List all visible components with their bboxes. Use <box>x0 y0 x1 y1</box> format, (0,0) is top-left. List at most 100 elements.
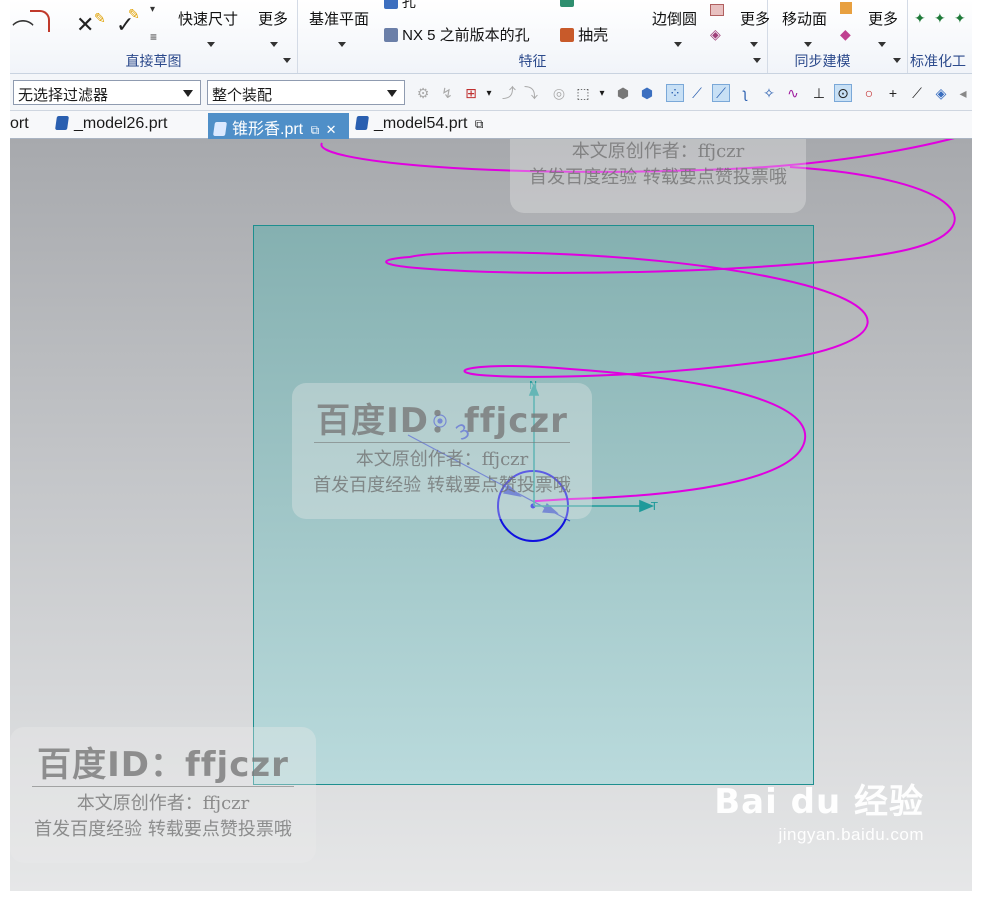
move-face-dropdown-icon[interactable] <box>804 34 812 50</box>
hole-button[interactable]: 孔 <box>384 0 416 12</box>
document-tab-bar: ort _model26.prt 锥形香.prt ⧉ ✕ _model54.pr… <box>10 111 972 139</box>
sync-modeling-expand-icon[interactable] <box>893 50 901 66</box>
more-1-dropdown-icon[interactable] <box>270 34 278 50</box>
tab-model26[interactable]: _model26.prt <box>50 113 173 139</box>
draft-icon[interactable]: ◈ <box>710 26 721 43</box>
tab-label: 锥形香.prt <box>232 121 304 138</box>
nx5-hole-icon <box>384 28 398 42</box>
toolbar-overflow-icon[interactable]: ◂ <box>954 84 972 102</box>
rectangle-select-dropdown-icon[interactable]: ▾ <box>593 84 611 102</box>
watermark-author: 本文原创作者：ffjczr <box>355 449 529 470</box>
datum-plane-button[interactable]: 基准平面 <box>309 8 369 29</box>
sketch-corner-icon[interactable] <box>30 10 50 32</box>
tab-pin-icon[interactable]: ⧉ <box>311 123 320 137</box>
tab-close-icon[interactable]: ✕ <box>326 122 337 137</box>
chamfer-icon[interactable] <box>710 4 724 16</box>
type-filter-value: 无选择过滤器 <box>18 87 109 104</box>
quick-dimension-dropdown-icon[interactable] <box>207 34 215 50</box>
watermark-divider <box>32 786 294 787</box>
select-features-icon[interactable]: ⤵ <box>522 84 540 102</box>
watermark-top: 百度ID：ffjczr 本文原创作者：ffjczr 首发百度经验 转载要点赞投票… <box>510 139 806 213</box>
part-file-icon <box>55 116 69 130</box>
mid-point-icon[interactable]: ⟋ <box>712 84 730 102</box>
tab-model54[interactable]: _model54.prt ⧉ <box>350 113 489 139</box>
sketch-extend-accent-icon: ✎ <box>128 6 140 22</box>
ribbon-group-standard-parts: ✦ ✦ ✦ 标准化工 <box>908 0 972 73</box>
watermark-author: 本文原创作者：ffjczr <box>76 793 250 814</box>
baidu-jingyan-logo: Bai du 经验 jingyan.baidu.com <box>714 774 924 845</box>
datum-plane-dropdown-icon[interactable] <box>338 34 346 50</box>
direct-sketch-expand-icon[interactable] <box>283 50 291 66</box>
existing-point-icon[interactable]: + <box>884 84 902 102</box>
ribbon-group-direct-sketch: ⌒ ✕ ✎ ✓ ✎ ▾ ≡ 快速尺寸 更多 直接草图 <box>10 0 298 73</box>
type-filter-select[interactable]: 无选择过滤器 <box>13 80 201 105</box>
assembly-filter-icon[interactable]: ⚙ <box>414 84 432 102</box>
gallery-up-icon[interactable]: ▾ <box>150 4 155 15</box>
watermark-bottom-left: 百度ID：ffjczr 本文原创作者：ffjczr 首发百度经验 转载要点赞投票… <box>10 727 316 863</box>
select-face-icon[interactable]: ⬢ <box>638 84 656 102</box>
frame-left <box>0 0 10 902</box>
tab-active-part[interactable]: 锥形香.prt ⧉ ✕ <box>208 113 349 139</box>
shell-button[interactable]: 抽壳 <box>560 24 608 45</box>
quick-dimension-button[interactable]: 快速尺寸 <box>178 8 238 29</box>
graphics-window[interactable]: 3 N T 百度ID：ffjczr 本文原创作者：ffjczr 首发百度经验 转… <box>10 139 972 891</box>
spline-point-icon[interactable]: ∿ <box>784 84 802 102</box>
nx5-hole-button[interactable]: NX 5 之前版本的孔 <box>384 24 530 45</box>
watermark-notice: 首发百度经验 转载要点赞投票哦 <box>34 819 292 840</box>
nx5-hole-label: NX 5 之前版本的孔 <box>402 27 530 44</box>
hole-label: 孔 <box>401 0 416 10</box>
quadrant-point-icon[interactable]: ○ <box>860 84 878 102</box>
edge-blend-button[interactable]: 边倒圆 <box>652 8 697 29</box>
selection-scope-dropdown-icon <box>387 90 397 97</box>
more-button-3[interactable]: 更多 <box>868 8 898 29</box>
intersection-point-icon[interactable]: ✧ <box>760 84 778 102</box>
watermark-center: 百度ID：ffjczr 本文原创作者：ffjczr 首发百度经验 转载要点赞投票… <box>292 383 592 519</box>
rectangle-select-icon[interactable]: ⬚ <box>574 84 592 102</box>
shell-label: 抽壳 <box>578 27 609 44</box>
offset-region-icon[interactable] <box>840 2 852 14</box>
feature-hidden-button[interactable] <box>560 0 574 8</box>
more-button-2[interactable]: 更多 <box>740 8 770 29</box>
baidu-url: jingyan.baidu.com <box>778 825 924 844</box>
ribbon-group-label-sync-modeling: 同步建模 <box>794 53 851 69</box>
tab-label: _model26.prt <box>74 115 168 132</box>
select-body-icon[interactable]: ⬢ <box>614 84 632 102</box>
replace-face-icon[interactable]: ◆ <box>840 26 851 43</box>
selection-priority-icon[interactable]: ⤴ <box>500 84 518 102</box>
end-point-icon[interactable]: ⟋ <box>688 84 706 102</box>
standard-part-icon-1[interactable]: ✦ <box>914 10 926 27</box>
ribbon-group-feature: 基准平面 孔 NX 5 之前版本的孔 抽壳 边倒圆 ◈ 更多 特征 <box>298 0 770 73</box>
snap-select-icon[interactable]: ⊞ <box>462 84 480 102</box>
sketch-trim-accent-icon: ✎ <box>94 10 106 26</box>
frame-bottom <box>0 891 982 902</box>
part-file-icon <box>355 116 369 130</box>
watermark-divider <box>314 442 570 443</box>
more-2-dropdown-icon[interactable] <box>750 34 758 50</box>
baidu-logo-text: Bai du 经验 <box>714 782 924 822</box>
ribbon-group-sync-modeling: 移动面 ◆ 更多 同步建模 <box>768 0 908 73</box>
feature-expand-icon[interactable] <box>753 50 761 66</box>
point-on-curve-icon[interactable]: ⊥ <box>810 84 828 102</box>
point-on-face-icon[interactable]: ⟋ <box>908 84 926 102</box>
snap-select-dropdown-icon[interactable]: ▾ <box>480 84 498 102</box>
gallery-more-icon[interactable]: ≡ <box>150 30 157 44</box>
tab-pin-icon[interactable]: ⧉ <box>475 117 484 131</box>
move-face-button[interactable]: 移动面 <box>782 8 827 29</box>
frame-right <box>972 0 982 902</box>
more-3-dropdown-icon[interactable] <box>878 34 886 50</box>
type-filter-dropdown-icon <box>183 90 193 97</box>
arc-center-icon[interactable]: ⊙ <box>834 84 852 102</box>
component-select-icon[interactable]: ↯ <box>438 84 456 102</box>
sketch-trim-icon[interactable]: ✕ <box>76 12 94 38</box>
control-point-icon[interactable]: ʅ <box>736 84 754 102</box>
standard-part-icon-3[interactable]: ✦ <box>954 10 966 27</box>
ribbon-group-label-standard-parts: 标准化工 <box>910 53 966 69</box>
edge-blend-dropdown-icon[interactable] <box>674 34 682 50</box>
standard-part-icon-2[interactable]: ✦ <box>934 10 946 27</box>
watermark-notice: 首发百度经验 转载要点赞投票哦 <box>313 475 571 496</box>
selection-scope-select[interactable]: 整个装配 <box>207 80 405 105</box>
more-button-1[interactable]: 更多 <box>258 8 288 29</box>
bounded-grid-icon[interactable]: ◈ <box>932 84 950 102</box>
select-wire-icon[interactable]: ◎ <box>550 84 568 102</box>
snap-point-icon[interactable]: ⁘ <box>666 84 684 102</box>
